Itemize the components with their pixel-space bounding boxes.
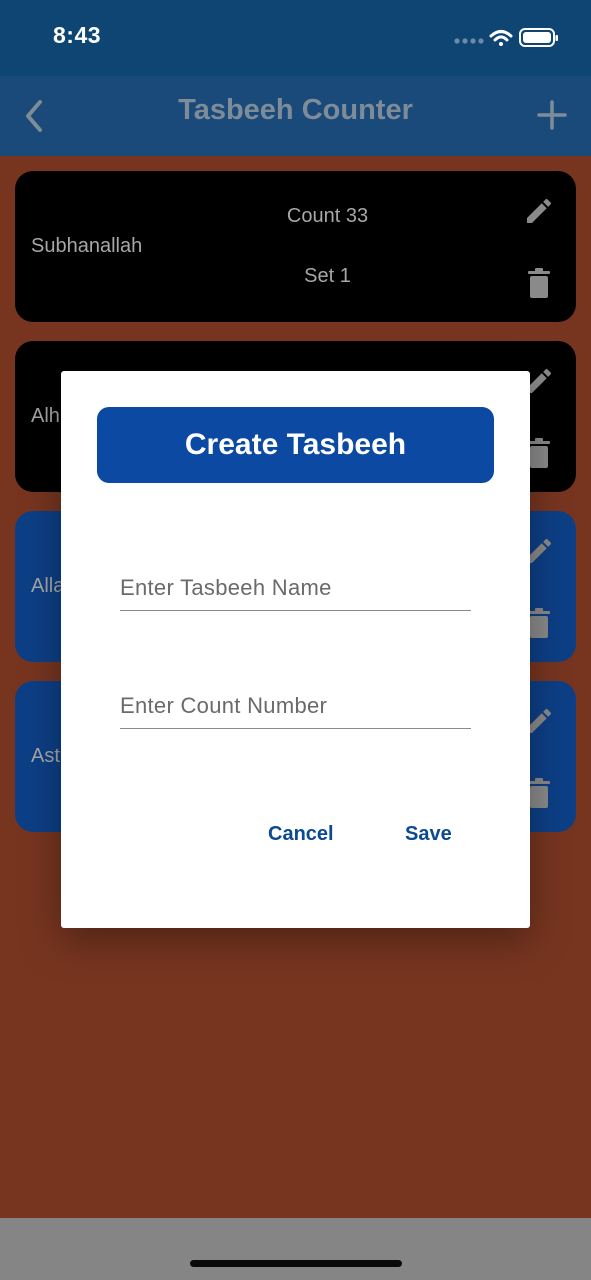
tasbeeh-name: Ast — [31, 745, 60, 767]
save-button[interactable]: Save — [399, 819, 458, 850]
signal-dots-icon — [454, 38, 484, 44]
tasbeeh-count: Count 33 — [286, 205, 369, 227]
tasbeeh-card[interactable]: Subhanallah Count 33 Set 1 — [15, 171, 576, 322]
tasbeeh-name: Alla — [31, 575, 65, 597]
add-icon[interactable] — [535, 98, 569, 132]
tasbeeh-name-input[interactable] — [120, 566, 471, 611]
battery-icon — [519, 28, 558, 47]
tasbeeh-set: Set 1 — [304, 265, 351, 287]
status-bar: 8:43 — [0, 0, 591, 76]
dialog-title: Create Tasbeeh — [97, 407, 494, 483]
page-title: Tasbeeh Counter — [178, 94, 413, 126]
home-indicator[interactable] — [190, 1260, 402, 1267]
status-time: 8:43 — [53, 22, 102, 48]
tasbeeh-name: Alh — [31, 405, 60, 427]
cancel-button[interactable]: Cancel — [262, 819, 340, 850]
trash-icon[interactable] — [526, 268, 552, 298]
count-number-input[interactable] — [120, 684, 471, 729]
edit-pencil-icon[interactable] — [523, 195, 555, 227]
wifi-icon — [489, 30, 513, 46]
status-icons — [454, 28, 558, 47]
tasbeeh-name: Subhanallah — [31, 235, 143, 257]
create-tasbeeh-dialog: Create Tasbeeh Cancel Save — [61, 371, 530, 928]
nav-bar: Tasbeeh Counter — [0, 76, 591, 156]
home-indicator-area — [0, 1218, 591, 1280]
